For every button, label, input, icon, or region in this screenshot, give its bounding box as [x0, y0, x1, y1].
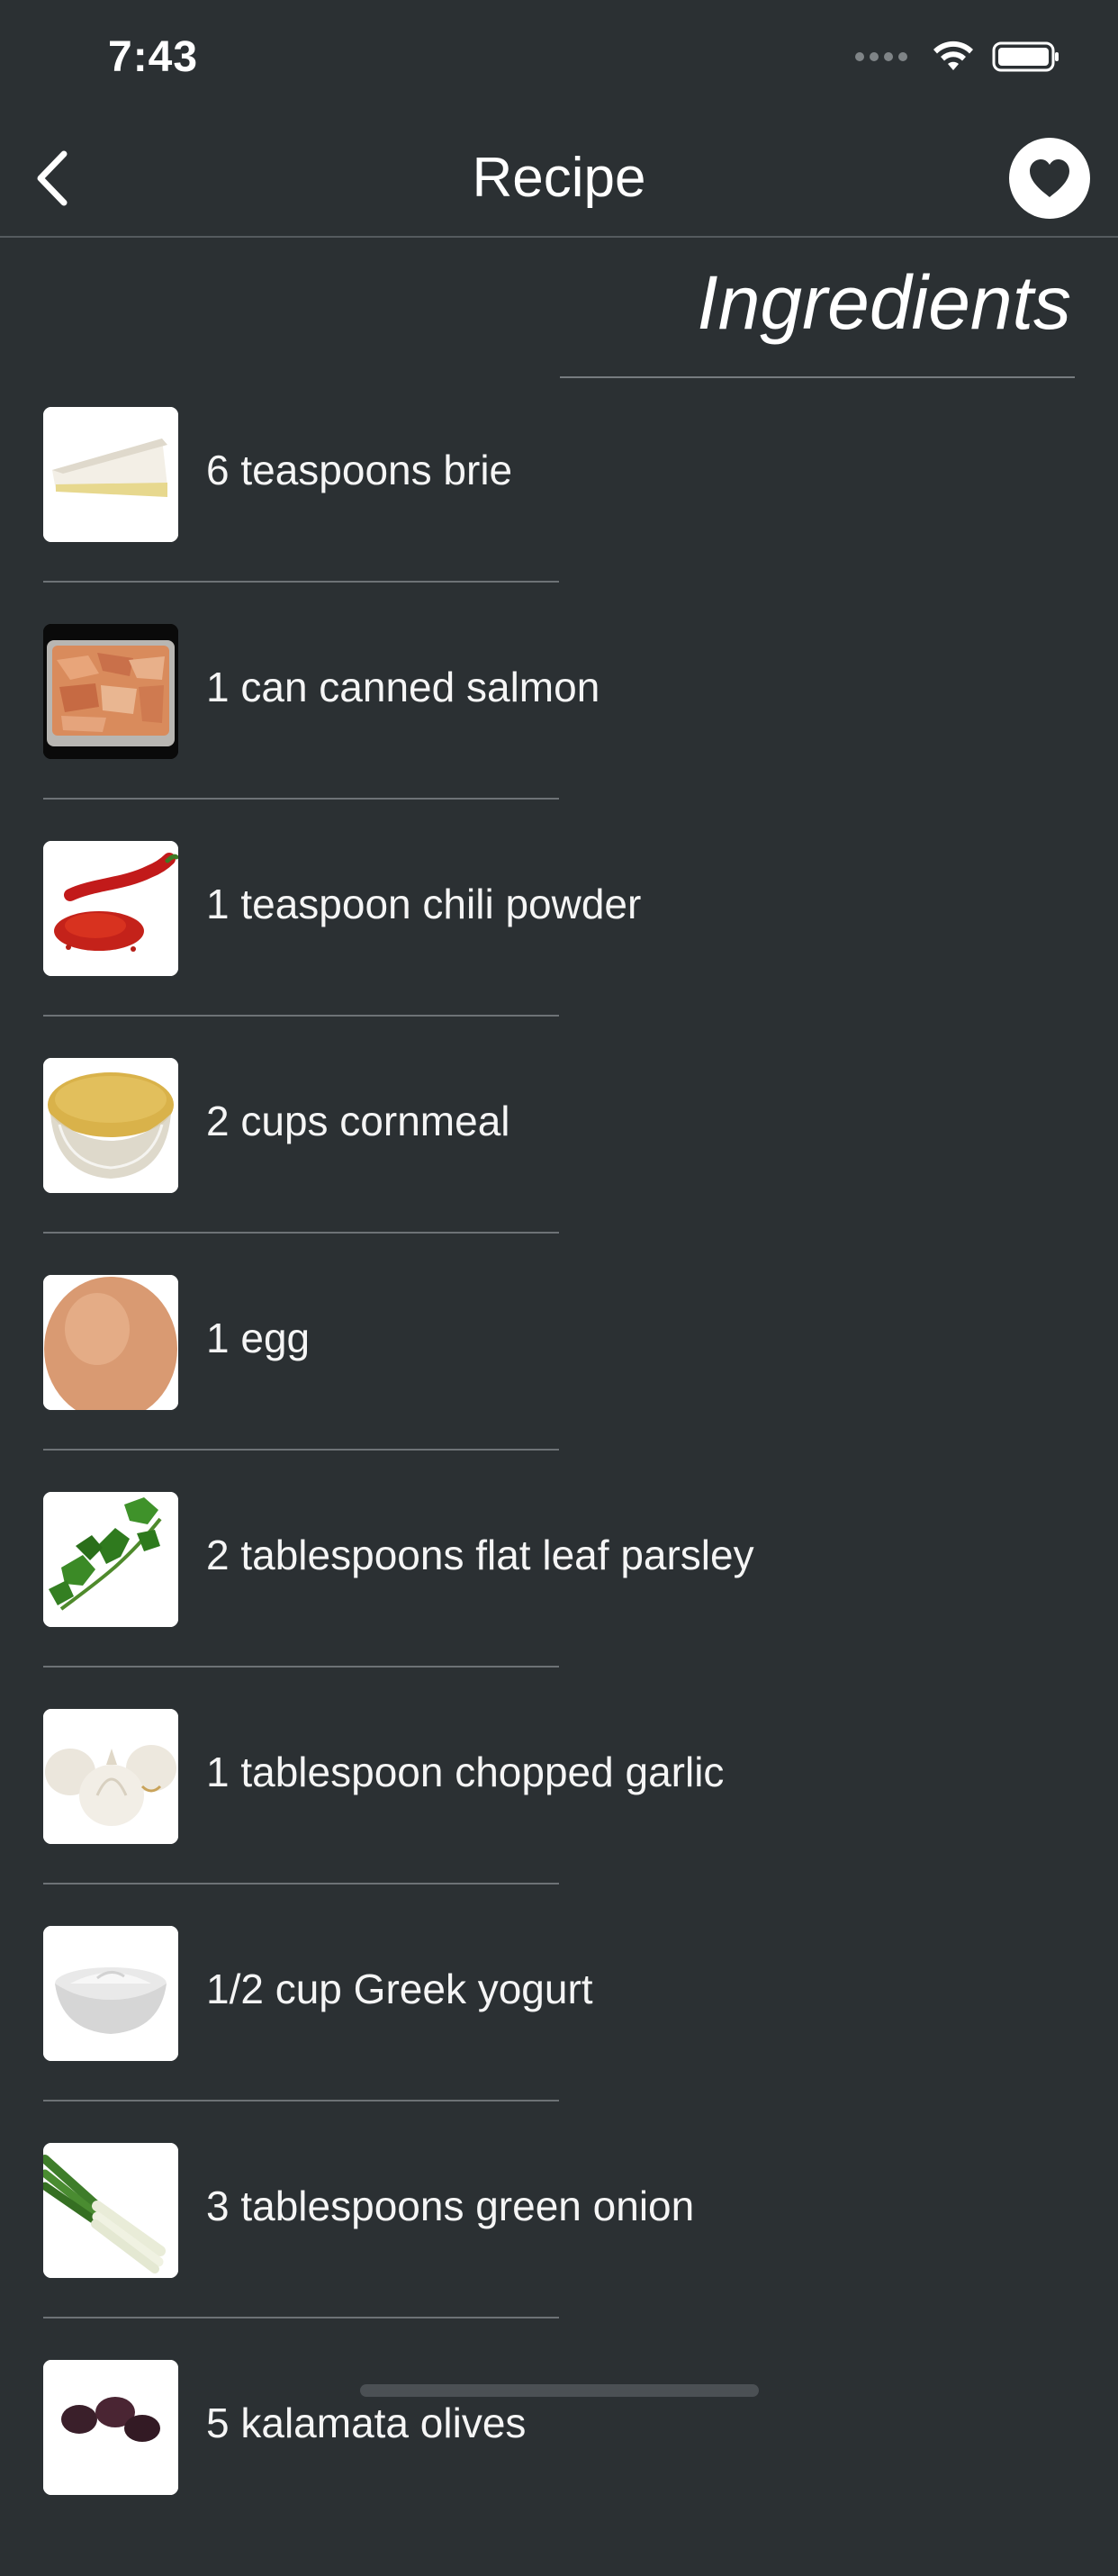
ingredient-label: 1 egg — [206, 1315, 311, 1361]
ingredient-label: 2 tablespoons flat leaf parsley — [206, 1532, 754, 1578]
ingredient-label: 3 tablespoons green onion — [206, 2183, 695, 2229]
ingredient-label: 1 tablespoon chopped garlic — [206, 1749, 725, 1795]
ingredient-row[interactable]: 1 teaspoon chili powder — [0, 840, 1118, 1057]
greek-yogurt-image — [43, 1926, 178, 2061]
home-indicator[interactable] — [360, 2384, 759, 2397]
page-title: Recipe — [472, 147, 646, 209]
favorite-button[interactable] — [1009, 138, 1090, 219]
ingredient-row[interactable]: 1 tablespoon chopped garlic — [0, 1708, 1118, 1925]
section-heading: Ingredients — [697, 260, 1071, 345]
ingredient-label: 5 kalamata olives — [206, 2400, 527, 2446]
ingredient-row[interactable]: 1/2 cup Greek yogurt — [0, 1925, 1118, 2142]
divider — [43, 798, 559, 800]
ingredient-label: 6 teaspoons brie — [206, 447, 513, 493]
parsley-image — [43, 1492, 178, 1627]
ingredient-row[interactable]: 2 cups cornmeal — [0, 1057, 1118, 1274]
battery-icon — [992, 41, 1059, 72]
status-icons — [855, 40, 1060, 74]
divider — [43, 2317, 559, 2318]
divider — [43, 1449, 559, 1451]
canned-salmon-image — [43, 624, 178, 759]
ingredient-row[interactable]: 3 tablespoons green onion — [0, 2142, 1118, 2359]
cornmeal-image — [43, 1058, 178, 1193]
wifi-icon — [933, 41, 973, 70]
ingredient-label: 1 can canned salmon — [206, 664, 600, 710]
divider — [43, 1015, 559, 1017]
nav-bar: Recipe — [0, 119, 1118, 238]
cellular-signal-icon — [855, 52, 907, 61]
divider — [43, 581, 559, 583]
brie-image — [43, 407, 178, 542]
egg-image — [43, 1275, 178, 1410]
ingredient-row[interactable]: 1 egg — [0, 1274, 1118, 1491]
ingredient-row[interactable]: 2 tablespoons flat leaf parsley — [0, 1491, 1118, 1708]
status-bar: 7:43 — [0, 0, 1118, 119]
ingredient-label: 2 cups cornmeal — [206, 1098, 510, 1144]
ingredient-row[interactable]: 6 teaspoons brie — [0, 406, 1118, 623]
heart-icon — [1030, 159, 1069, 197]
divider — [43, 1232, 559, 1234]
green-onion-image — [43, 2143, 178, 2278]
garlic-image — [43, 1709, 178, 1844]
section-divider — [560, 376, 1075, 378]
ingredient-label: 1/2 cup Greek yogurt — [206, 1966, 593, 2012]
ingredient-row[interactable]: 1 can canned salmon — [0, 623, 1118, 840]
chili-powder-image — [43, 841, 178, 976]
ingredient-label: 1 teaspoon chili powder — [206, 881, 642, 927]
divider — [43, 1883, 559, 1885]
ingredient-list: 6 teaspoons brie 1 can canned salmon 1 t… — [0, 406, 1118, 2576]
divider — [43, 1666, 559, 1668]
kalamata-olives-image — [43, 2360, 178, 2495]
divider — [43, 2100, 559, 2101]
status-time: 7:43 — [108, 33, 199, 81]
